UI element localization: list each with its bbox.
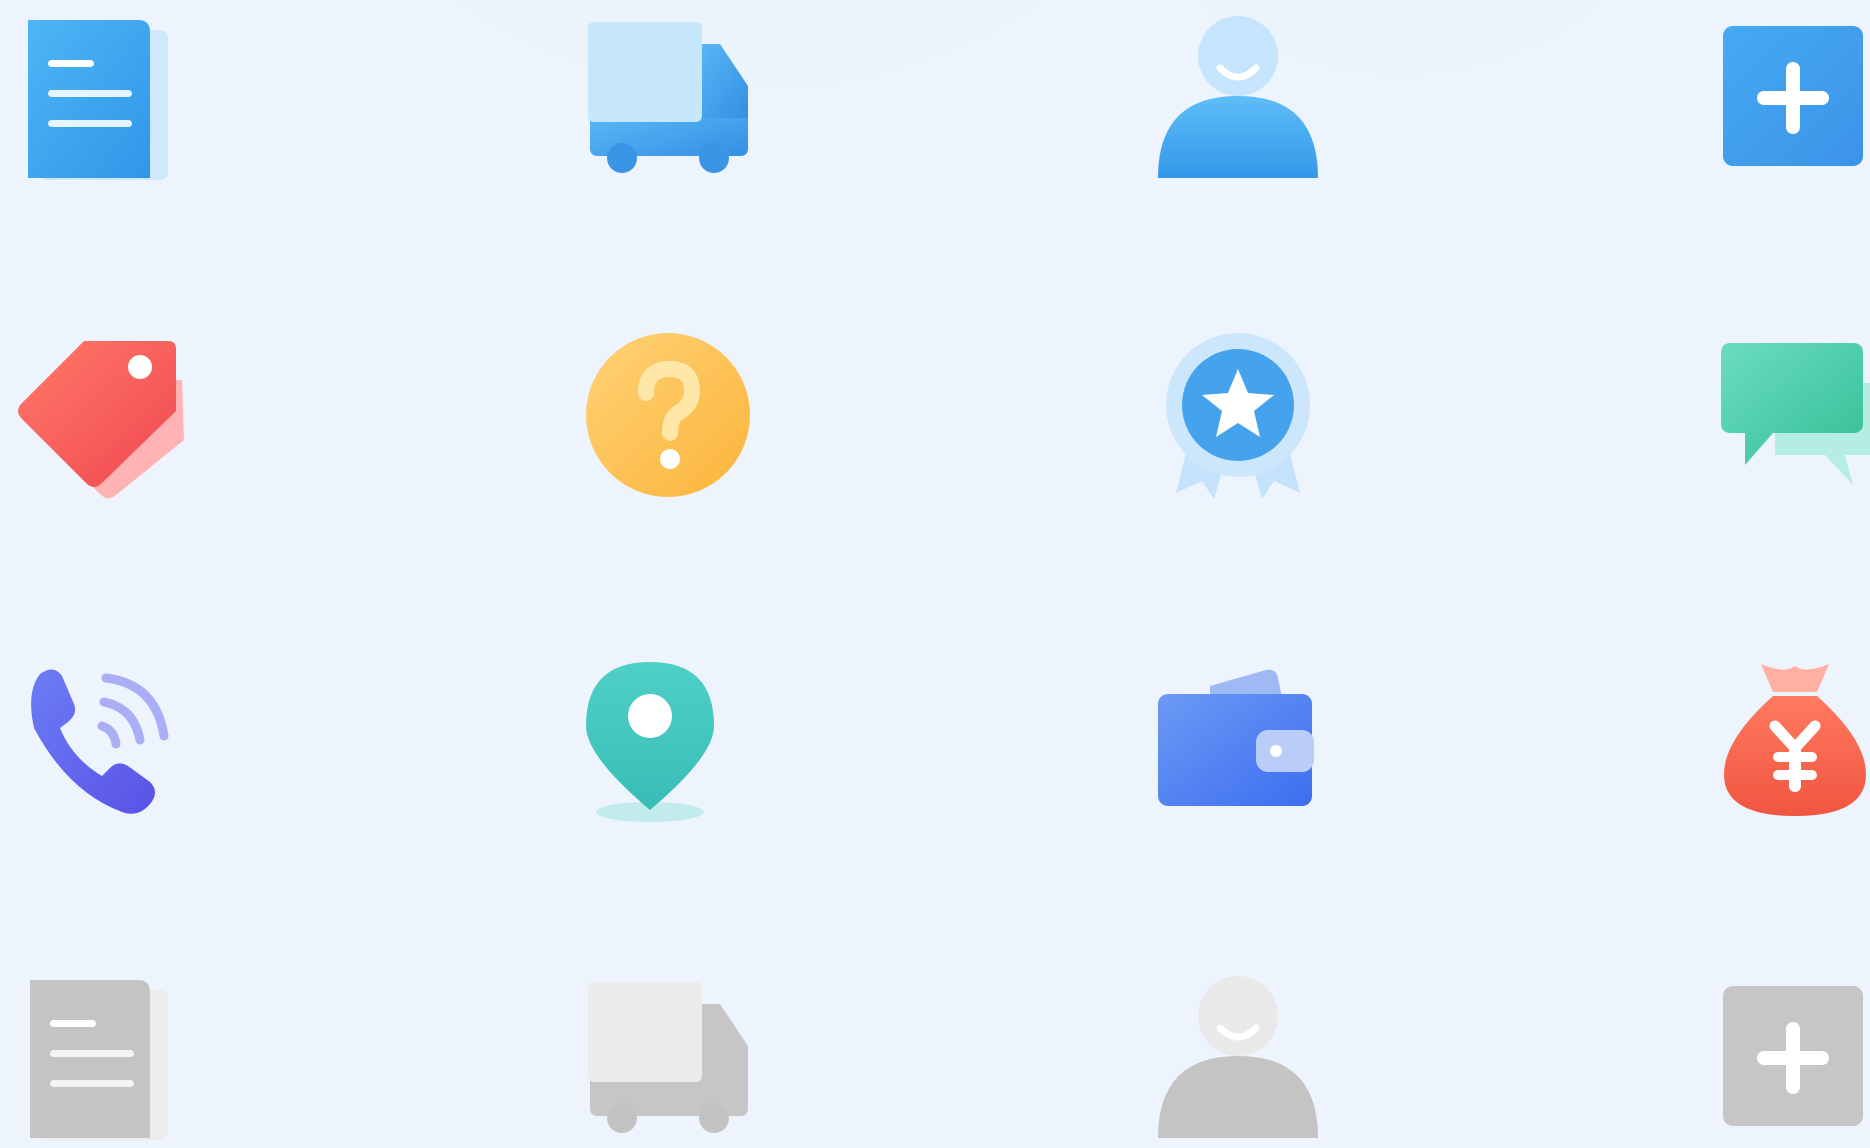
add-icon [1705, 8, 1870, 188]
icon-grid [0, 0, 1870, 1140]
user-icon [1148, 8, 1328, 188]
add-disabled-icon [1705, 968, 1870, 1148]
location-pin-icon [578, 648, 758, 828]
document-icon [10, 8, 190, 188]
money-bag-icon [1705, 648, 1870, 828]
wallet-icon [1148, 648, 1328, 828]
document-disabled-icon [10, 968, 190, 1148]
award-badge-icon [1148, 325, 1328, 505]
question-icon [578, 325, 758, 505]
phone-icon [10, 648, 190, 828]
truck-disabled-icon [578, 968, 758, 1148]
tag-icon [10, 325, 190, 505]
user-disabled-icon [1148, 968, 1328, 1148]
truck-icon [578, 8, 758, 188]
chat-icon [1705, 325, 1870, 505]
